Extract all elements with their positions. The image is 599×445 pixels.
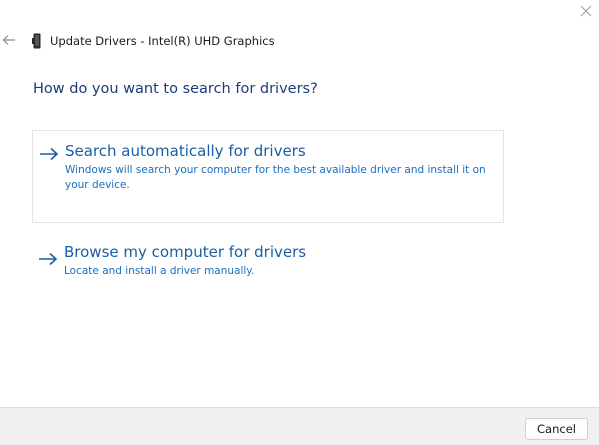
option-description: Windows will search your computer for th… xyxy=(65,164,486,191)
arrow-right-icon xyxy=(38,251,58,266)
option-description: Locate and install a driver manually. xyxy=(64,265,255,277)
cancel-button[interactable]: Cancel xyxy=(525,418,588,440)
search-automatically-option[interactable]: Search automatically for drivers Windows… xyxy=(32,130,504,223)
update-drivers-dialog: Update Drivers - Intel(R) UHD Graphics H… xyxy=(0,0,599,445)
back-arrow-icon[interactable] xyxy=(1,32,17,48)
option-title: Browse my computer for drivers xyxy=(64,243,307,261)
graphics-device-icon xyxy=(32,33,42,49)
arrow-right-icon xyxy=(39,146,59,161)
browse-computer-option[interactable]: Browse my computer for drivers Locate an… xyxy=(32,234,504,290)
page-heading: How do you want to search for drivers? xyxy=(33,81,318,97)
title-bar: Update Drivers - Intel(R) UHD Graphics xyxy=(32,32,275,50)
dialog-footer: Cancel xyxy=(0,407,599,445)
close-icon[interactable] xyxy=(577,2,595,20)
window-title: Update Drivers - Intel(R) UHD Graphics xyxy=(50,34,275,48)
option-title: Search automatically for drivers xyxy=(65,142,306,160)
